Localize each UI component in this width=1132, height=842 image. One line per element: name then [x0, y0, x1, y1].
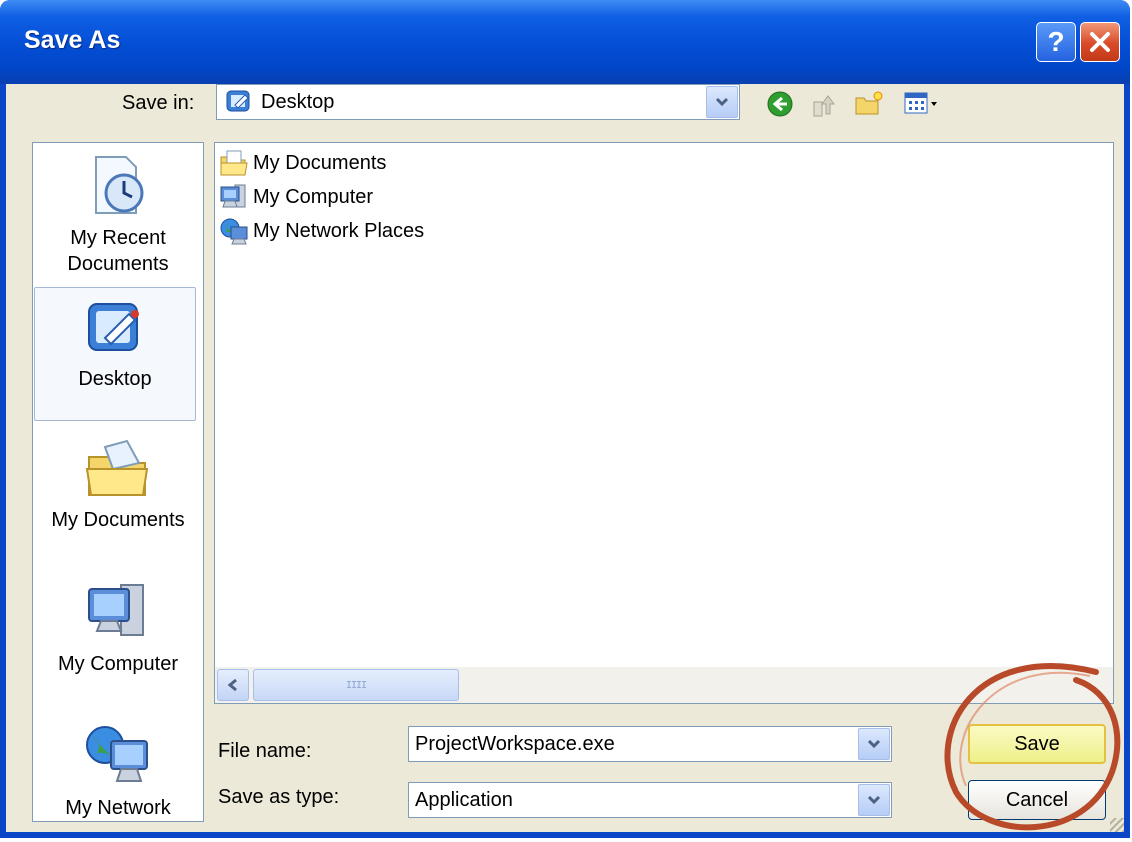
save-type-value: Application [415, 789, 513, 811]
my-computer-icon [88, 584, 144, 636]
views-menu-icon[interactable] [904, 92, 940, 116]
file-name-value: ProjectWorkspace.exe [415, 733, 615, 755]
save-in-dropdown[interactable]: Desktop [216, 84, 740, 120]
place-desktop[interactable]: Desktop [34, 287, 196, 421]
scroll-grip: IIII [345, 679, 367, 691]
my-documents-folder-icon [85, 439, 149, 496]
file-name-input[interactable]: ProjectWorkspace.exe [408, 726, 892, 762]
back-arrow-icon[interactable] [766, 90, 794, 118]
file-name-dropdown-button[interactable] [858, 728, 890, 760]
file-name: My Network Places [253, 219, 425, 242]
file-name: My Documents [253, 151, 387, 174]
new-folder-icon[interactable] [854, 90, 884, 118]
scroll-thumb[interactable]: IIII [253, 669, 459, 701]
place-label: My Documents [51, 509, 185, 531]
list-item[interactable]: My Network Places [219, 215, 424, 247]
chevron-down-icon [715, 97, 729, 107]
highlight-circle-annotation [944, 663, 1121, 831]
documents-folder-icon [220, 150, 248, 176]
desktop-small-icon [226, 90, 250, 112]
chevron-left-icon [227, 678, 237, 692]
dialog-title: Save As [24, 26, 121, 54]
save-in-label: Save in: [122, 92, 195, 114]
list-item[interactable]: My Documents [219, 147, 386, 179]
file-name-label: File name: [218, 740, 312, 762]
up-folder-icon[interactable] [810, 90, 838, 118]
desktop-icon [88, 303, 139, 351]
chevron-down-icon [867, 795, 881, 805]
help-button[interactable]: ? [1036, 22, 1076, 62]
recent-documents-icon [95, 156, 144, 214]
place-label: My Network [65, 797, 171, 819]
save-type-select[interactable]: Application [408, 782, 892, 818]
place-my-network[interactable]: My Network [33, 723, 203, 821]
place-label: My Computer [57, 653, 179, 675]
save-as-dialog: Save As ? Save in: Desktop My Recent Doc… [0, 0, 1130, 838]
network-places-icon [220, 218, 248, 245]
save-type-label: Save as type: [218, 786, 340, 808]
file-list[interactable]: My Documents My Computer My Network Plac… [214, 142, 1114, 704]
question-mark-icon: ? [1047, 26, 1065, 57]
save-in-dropdown-button[interactable] [706, 86, 738, 118]
my-network-icon [86, 726, 148, 782]
title-bar[interactable]: Save As ? [0, 0, 1130, 84]
place-label: My Recent [70, 227, 166, 249]
close-button[interactable] [1080, 22, 1120, 62]
places-bar: My Recent Documents Desktop My Documents… [32, 142, 204, 822]
place-label: Documents [67, 253, 169, 275]
computer-icon [220, 184, 246, 208]
chevron-down-icon [867, 739, 881, 749]
close-x-icon [1090, 32, 1110, 52]
file-name: My Computer [253, 185, 374, 208]
place-my-documents[interactable]: My Documents [33, 439, 203, 533]
place-label: Desktop [78, 368, 152, 390]
save-type-dropdown-button[interactable] [858, 784, 890, 816]
list-item[interactable]: My Computer [219, 181, 373, 213]
save-in-value: Desktop [261, 91, 335, 113]
scroll-left-button[interactable] [217, 669, 249, 701]
place-my-recent-documents[interactable]: My Recent Documents [33, 153, 203, 277]
place-my-computer[interactable]: My Computer [33, 579, 203, 677]
